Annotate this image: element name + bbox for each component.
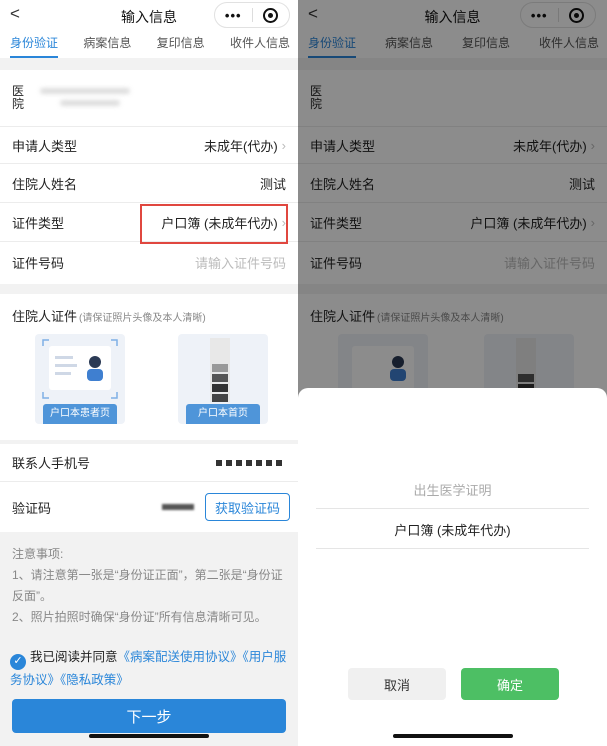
applicant-type-label: 申请人类型 [12,138,78,154]
documents-title: 住院人证件 (请保证照片头像及本人清晰) [12,309,206,324]
contact-section: 联系人手机号 验证码 获取验证码 [0,444,298,532]
hospital-name-blurred [40,88,130,94]
tab-copy-info[interactable]: 复印信息 [157,30,205,58]
id-number-input[interactable]: 请输入证件号码 [195,253,286,272]
id-card-illustration-icon [42,339,118,399]
picker-screen: < 输入信息 ••• 身份验证 病案信息 复印信息 收件人信息 医院 申请人类型… [298,0,607,746]
chevron-right-icon: › [281,137,286,153]
picker-option-household-register[interactable]: 户口簿 (未成年代办) [298,520,607,539]
tab-record-info[interactable]: 病案信息 [83,30,131,58]
upload-card-patient-page[interactable]: 户口本患者页 [35,334,125,424]
mini-program-capsule: ••• [214,2,290,28]
patient-name-label: 住院人姓名 [12,177,78,192]
agree-checkbox-icon[interactable]: ✓ [10,653,26,670]
identity-form: 医院 申请人类型 未成年(代办) › 住院人姓名 测试 证件类型 户口簿 (未成… [0,70,298,284]
agreement-block: ✓ 我已阅读并同意《病案配送使用协议》《用户服务协议》《隐私政策》 [10,647,288,691]
picker-selection-line-top [316,508,589,509]
documents-section: 住院人证件 (请保证照片头像及本人清晰) 户口本患者页 户口本首页 [0,294,298,440]
applicant-type-row[interactable]: 申请人类型 未成年(代办) › [0,126,298,164]
hospital-name-blurred-2 [60,100,120,106]
notice-block: 注意事项: 1、请注意第一张是“身份证正面”，第二张是“身份证反面”。 2、照片… [12,544,286,628]
cancel-button[interactable]: 取消 [348,668,446,700]
agreement-text: 我已阅读并同意 [30,650,118,664]
phone-label: 联系人手机号 [12,456,91,471]
confirm-button[interactable]: 确定 [461,668,559,700]
upload-card-first-page[interactable]: 户口本首页 [178,334,268,424]
tab-identity[interactable]: 身份验证 [10,30,59,58]
picker-selection-line-bottom [316,548,589,549]
picker-option-birth-certificate[interactable]: 出生医学证明 [298,480,607,499]
more-menu-icon[interactable]: ••• [215,8,252,23]
step-tabs: 身份验证 病案信息 复印信息 收件人信息 [0,30,298,58]
uploaded-photo-thumbnail [210,338,230,402]
delivery-agreement-link[interactable]: 《病案配送使用协议》 [118,650,243,664]
phone-row[interactable]: 联系人手机号 [0,444,298,482]
hospital-label: 医院 [12,84,25,111]
privacy-policy-link[interactable]: 《隐私政策》 [60,673,129,687]
upload-card-caption: 户口本首页 [186,404,260,424]
patient-name-value: 测试 [259,177,286,192]
get-code-button[interactable]: 获取验证码 [205,493,290,521]
phone-value-masked [216,459,286,466]
id-number-label: 证件号码 [12,255,65,271]
id-type-label: 证件类型 [12,216,65,231]
applicant-type-value: 未成年(代办) [203,138,278,154]
upload-card-caption: 户口本患者页 [43,404,117,424]
notice-line-2: 2、照片拍照时确保“身份证”所有信息清晰可见。 [12,610,267,624]
form-screen: < 输入信息 ••• 身份验证 病案信息 复印信息 收件人信息 医院 申请人类型… [0,0,298,746]
patient-name-row[interactable]: 住院人姓名 测试 [0,165,298,203]
navigation-bar: < 输入信息 ••• [0,0,298,30]
notice-title: 注意事项: [12,547,64,561]
close-mini-program-icon[interactable] [252,7,289,23]
home-indicator [392,734,513,738]
id-type-picker-sheet: 出生医学证明 户口簿 (未成年代办) 取消 确定 [298,388,607,746]
notice-line-1: 1、请注意第一张是“身份证正面”，第二张是“身份证反面”。 [12,568,283,603]
home-indicator [89,734,209,738]
id-type-highlight-box [140,204,288,244]
verification-code-value-masked [162,504,194,510]
next-step-button[interactable]: 下一步 [12,699,286,733]
id-number-row[interactable]: 证件号码 请输入证件号码 [0,243,298,281]
tab-recipient-info[interactable]: 收件人信息 [230,30,290,58]
